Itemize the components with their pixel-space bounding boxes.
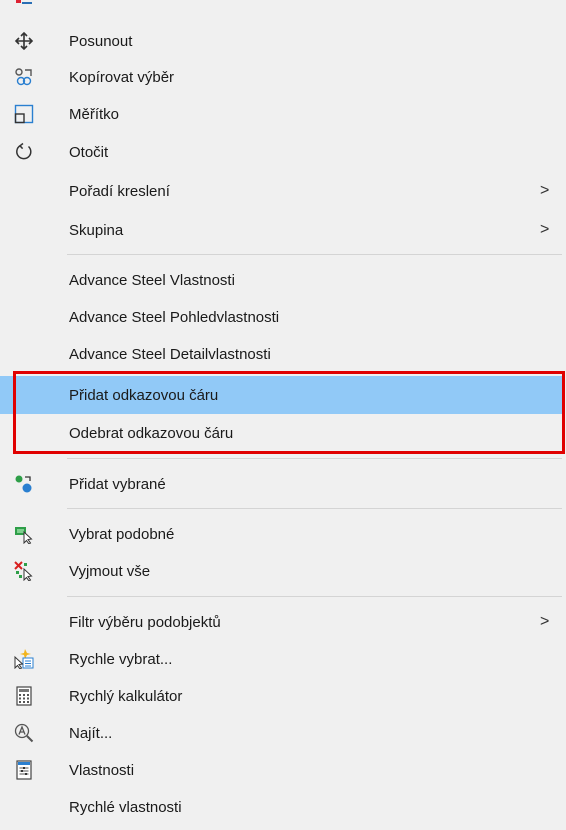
menu-item-label: Rychlý kalkulátor (69, 687, 183, 705)
menu-item-remove-leader[interactable]: Odebrat odkazovou čáru (0, 415, 562, 451)
menu-item-label: Skupina (69, 221, 124, 239)
menu-item-draw-order[interactable]: Pořadí kreslení > (0, 173, 562, 209)
menu-item-label: Pořadí kreslení (69, 182, 170, 200)
menu-item-label: Vybrat podobné (69, 525, 175, 543)
menu-item-label: Rychle vybrat... (69, 650, 173, 668)
menu-item-quick-calculator[interactable]: Rychlý kalkulátor (0, 678, 562, 714)
menu-item-subobject-filter[interactable]: Filtr výběru podobjektů > (0, 604, 562, 640)
menu-item-find[interactable]: Najít... (0, 715, 562, 751)
menu-item-add-selected[interactable]: Přidat vybrané (0, 466, 562, 502)
submenu-arrow-icon: > (540, 613, 550, 630)
select-similar-icon (14, 524, 34, 544)
menu-item-label: Rychlé vlastnosti (69, 798, 182, 816)
menu-item-rotate[interactable]: Otočit (0, 134, 562, 170)
menu-item-copy-selection[interactable]: Kopírovat výběr (0, 59, 562, 95)
submenu-arrow-icon: > (540, 182, 550, 199)
menu-item-scale[interactable]: Měřítko (0, 96, 562, 132)
menu-item-move[interactable]: Posunout (0, 23, 562, 59)
menu-item-label: Advance Steel Vlastnosti (69, 271, 235, 289)
menu-item-quick-properties[interactable]: Rychlé vlastnosti (0, 789, 562, 825)
quick-select-icon (14, 649, 34, 669)
find-icon (14, 723, 34, 743)
menu-item-label: Měřítko (69, 105, 120, 123)
menu-item-label: Vyjmout vše (69, 562, 151, 580)
add-selected-icon (14, 474, 34, 494)
menu-separator (67, 458, 562, 459)
menu-item-properties[interactable]: Vlastnosti (0, 752, 562, 788)
menu-item-label: Advance Steel Pohledvlastnosti (69, 308, 280, 326)
calculator-icon (14, 686, 34, 706)
menu-item-label: Otočit (69, 143, 109, 161)
menu-item-label: Filtr výběru podobjektů (69, 613, 221, 631)
menu-item-label: Odebrat odkazovou čáru (69, 424, 234, 442)
deselect-all-icon (14, 561, 34, 581)
menu-item-advance-steel-properties[interactable]: Advance Steel Vlastnosti (0, 262, 562, 298)
menu-item-label: Najít... (69, 724, 113, 742)
menu-item-label: Přidat odkazovou čáru (69, 386, 219, 404)
move-icon (14, 31, 34, 51)
submenu-arrow-icon: > (540, 221, 550, 238)
rotate-icon (14, 142, 34, 162)
properties-icon (14, 760, 34, 780)
menu-item-label: Posunout (69, 32, 133, 50)
scale-icon (14, 104, 34, 124)
cropped-item-icon (14, 0, 36, 8)
menu-separator (67, 254, 562, 255)
menu-item-advance-steel-detail-properties[interactable]: Advance Steel Detailvlastnosti (0, 336, 562, 372)
menu-item-advance-steel-view-properties[interactable]: Advance Steel Pohledvlastnosti (0, 299, 562, 335)
menu-item-label: Kopírovat výběr (69, 68, 175, 86)
context-menu: Posunout Kopírovat výběr Měřítko Otočit … (0, 0, 566, 830)
menu-item-add-leader[interactable]: Přidat odkazovou čáru (0, 376, 562, 414)
menu-separator (67, 508, 562, 509)
menu-item-select-similar[interactable]: Vybrat podobné (0, 516, 562, 552)
menu-item-deselect-all[interactable]: Vyjmout vše (0, 553, 562, 589)
menu-item-group[interactable]: Skupina > (0, 212, 562, 248)
menu-item-label: Vlastnosti (69, 761, 135, 779)
menu-item-label: Advance Steel Detailvlastnosti (69, 345, 271, 363)
menu-item-quick-select[interactable]: Rychle vybrat... (0, 641, 562, 677)
menu-item-label: Přidat vybrané (69, 475, 166, 493)
menu-separator (67, 596, 562, 597)
copy-selection-icon (14, 67, 34, 87)
